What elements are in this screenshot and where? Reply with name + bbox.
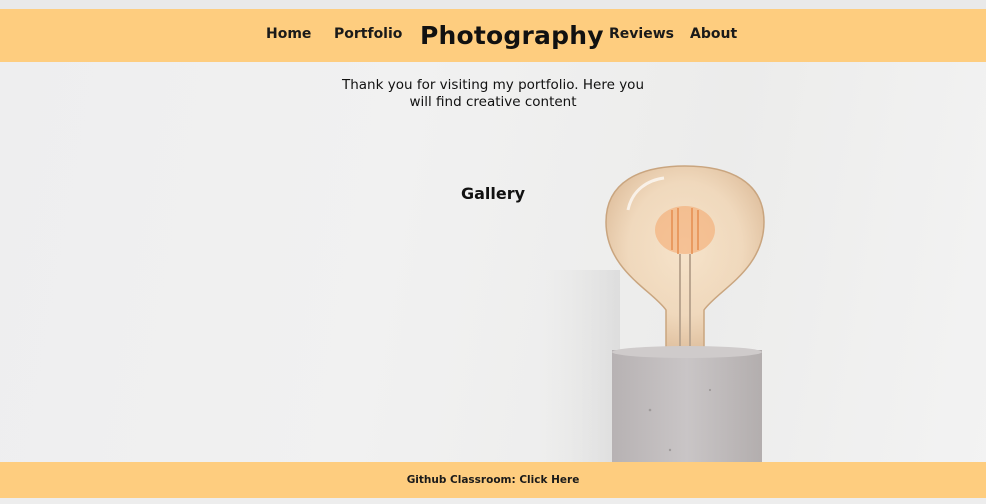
page: Home Portfolio Photography Reviews About… [0, 0, 986, 504]
intro-line-2: will find creative content [409, 94, 577, 110]
bottom-strip [0, 498, 986, 504]
footer-bar: Github Classroom: Click Here [0, 462, 986, 498]
github-classroom-link[interactable]: Github Classroom: Click Here [407, 474, 580, 486]
header-bar: Home Portfolio Photography Reviews About [0, 9, 986, 62]
nav-home-link[interactable]: Home [266, 26, 311, 42]
intro-line-1: Thank you for visiting my portfolio. Her… [341, 77, 644, 93]
lightbulb-photo [540, 165, 765, 504]
site-title: Photography [420, 21, 604, 50]
nav-reviews-link[interactable]: Reviews [609, 26, 674, 42]
top-strip [0, 0, 986, 9]
nav-about-link[interactable]: About [690, 26, 737, 42]
nav-portfolio-link[interactable]: Portfolio [334, 26, 402, 42]
intro-text: Thank you for visiting my portfolio. Her… [333, 77, 653, 111]
bulb-icon [605, 165, 765, 351]
